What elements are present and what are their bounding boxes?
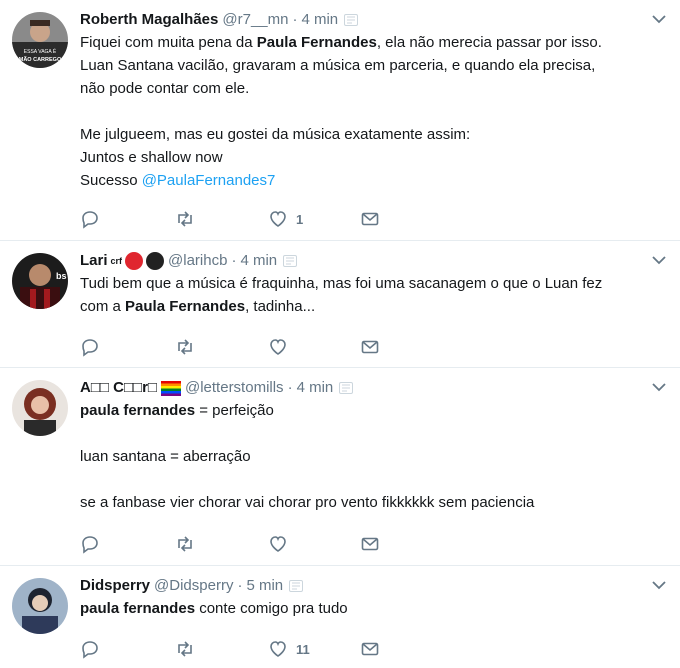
like-count: 11: [296, 641, 310, 657]
heart-icon: [270, 339, 286, 355]
author-name[interactable]: A□□ C□□r□: [80, 378, 157, 398]
separator: ·: [231, 252, 237, 269]
red-circle-emoji: [125, 252, 144, 270]
retweet-button[interactable]: [175, 335, 195, 359]
author-handle[interactable]: @larihcb: [168, 251, 227, 271]
avatar-caption-2: MÃO CARREGO: [19, 56, 62, 63]
timestamp[interactable]: 4 min: [297, 378, 334, 398]
name-suffix: crf: [110, 256, 123, 266]
retweet-icon: [178, 536, 192, 552]
like-button[interactable]: 11: [268, 637, 310, 661]
chevron-down-icon[interactable]: [652, 382, 666, 392]
timestamp[interactable]: 5 min: [246, 576, 283, 596]
rainbow-flag-emoji: [160, 380, 181, 396]
tweet-4[interactable]: Didsperry @Didsperry · 5 min paula ferna…: [0, 566, 680, 668]
separator: ·: [237, 577, 243, 594]
reply-button[interactable]: [80, 637, 100, 661]
retweet-icon: [178, 339, 192, 355]
dm-button[interactable]: [360, 532, 380, 556]
avatar[interactable]: bs: [12, 253, 68, 309]
separator: ·: [292, 11, 298, 28]
heart-icon: [270, 211, 286, 227]
tweet-1[interactable]: ESSA VAGA É MÃO CARREGO Roberth Magalhãe…: [0, 0, 680, 241]
reply-button[interactable]: [80, 532, 100, 556]
author-name[interactable]: Roberth Magalhães: [80, 10, 218, 30]
separator: ·: [287, 379, 293, 396]
retweet-button[interactable]: [175, 207, 195, 231]
avatar-caption: bs: [56, 271, 67, 281]
avatar[interactable]: [12, 380, 68, 436]
dm-button[interactable]: [360, 637, 380, 661]
avatar-caption-1: ESSA VAGA É: [24, 48, 57, 55]
translate-icon: [283, 255, 298, 267]
like-count: 1: [296, 211, 304, 227]
reply-icon: [82, 641, 98, 659]
chevron-down-icon[interactable]: [652, 14, 666, 24]
tweet-text: Tudi bem que a música é fraquinha, mas f…: [80, 275, 603, 315]
author-handle[interactable]: @r7__mn: [222, 10, 288, 30]
author-name[interactable]: Lari: [80, 251, 108, 271]
translate-icon: [289, 580, 304, 592]
reply-icon: [82, 536, 98, 554]
timestamp[interactable]: 4 min: [301, 10, 338, 30]
author-handle[interactable]: @Didsperry: [154, 576, 233, 596]
translate-icon: [344, 14, 359, 26]
author-handle[interactable]: @letterstomills: [185, 378, 284, 398]
retweet-button[interactable]: [175, 637, 195, 661]
author-name[interactable]: Didsperry: [80, 576, 150, 596]
translate-icon: [339, 382, 354, 394]
envelope-icon: [361, 537, 379, 551]
tweet-text: paula fernandes conte comigo pra tudo: [80, 600, 348, 617]
tweet-text: paula fernandes = perfeição luan santana…: [80, 402, 535, 511]
reply-button[interactable]: [80, 207, 100, 231]
envelope-icon: [361, 642, 379, 656]
avatar[interactable]: ESSA VAGA É MÃO CARREGO: [12, 12, 68, 68]
tweet-2[interactable]: bs Lari crf @larihcb · 4 min Tudi bem qu…: [0, 241, 680, 368]
retweet-icon: [178, 211, 192, 227]
like-button[interactable]: 1: [268, 207, 303, 231]
retweet-icon: [178, 641, 192, 657]
reply-icon: [82, 211, 98, 229]
heart-icon: [270, 641, 286, 657]
chevron-down-icon[interactable]: [652, 255, 666, 265]
tweet-3[interactable]: A□□ C□□r□ @letterstomills · 4 min paula …: [0, 368, 680, 566]
envelope-icon: [361, 340, 379, 354]
avatar[interactable]: [12, 578, 68, 634]
mention-link[interactable]: @PaulaFernandes7: [142, 172, 276, 189]
reply-button[interactable]: [80, 335, 100, 359]
like-button[interactable]: [268, 335, 296, 359]
heart-icon: [270, 536, 286, 552]
envelope-icon: [361, 212, 379, 226]
timestamp[interactable]: 4 min: [240, 251, 277, 271]
retweet-button[interactable]: [175, 532, 195, 556]
like-button[interactable]: [268, 532, 296, 556]
tweet-text: Fiquei com muita pena da Paula Fernandes…: [80, 34, 602, 189]
chevron-down-icon[interactable]: [652, 580, 666, 590]
reply-icon: [82, 339, 98, 357]
black-circle-emoji: [146, 252, 165, 270]
dm-button[interactable]: [360, 335, 380, 359]
dm-button[interactable]: [360, 207, 380, 231]
